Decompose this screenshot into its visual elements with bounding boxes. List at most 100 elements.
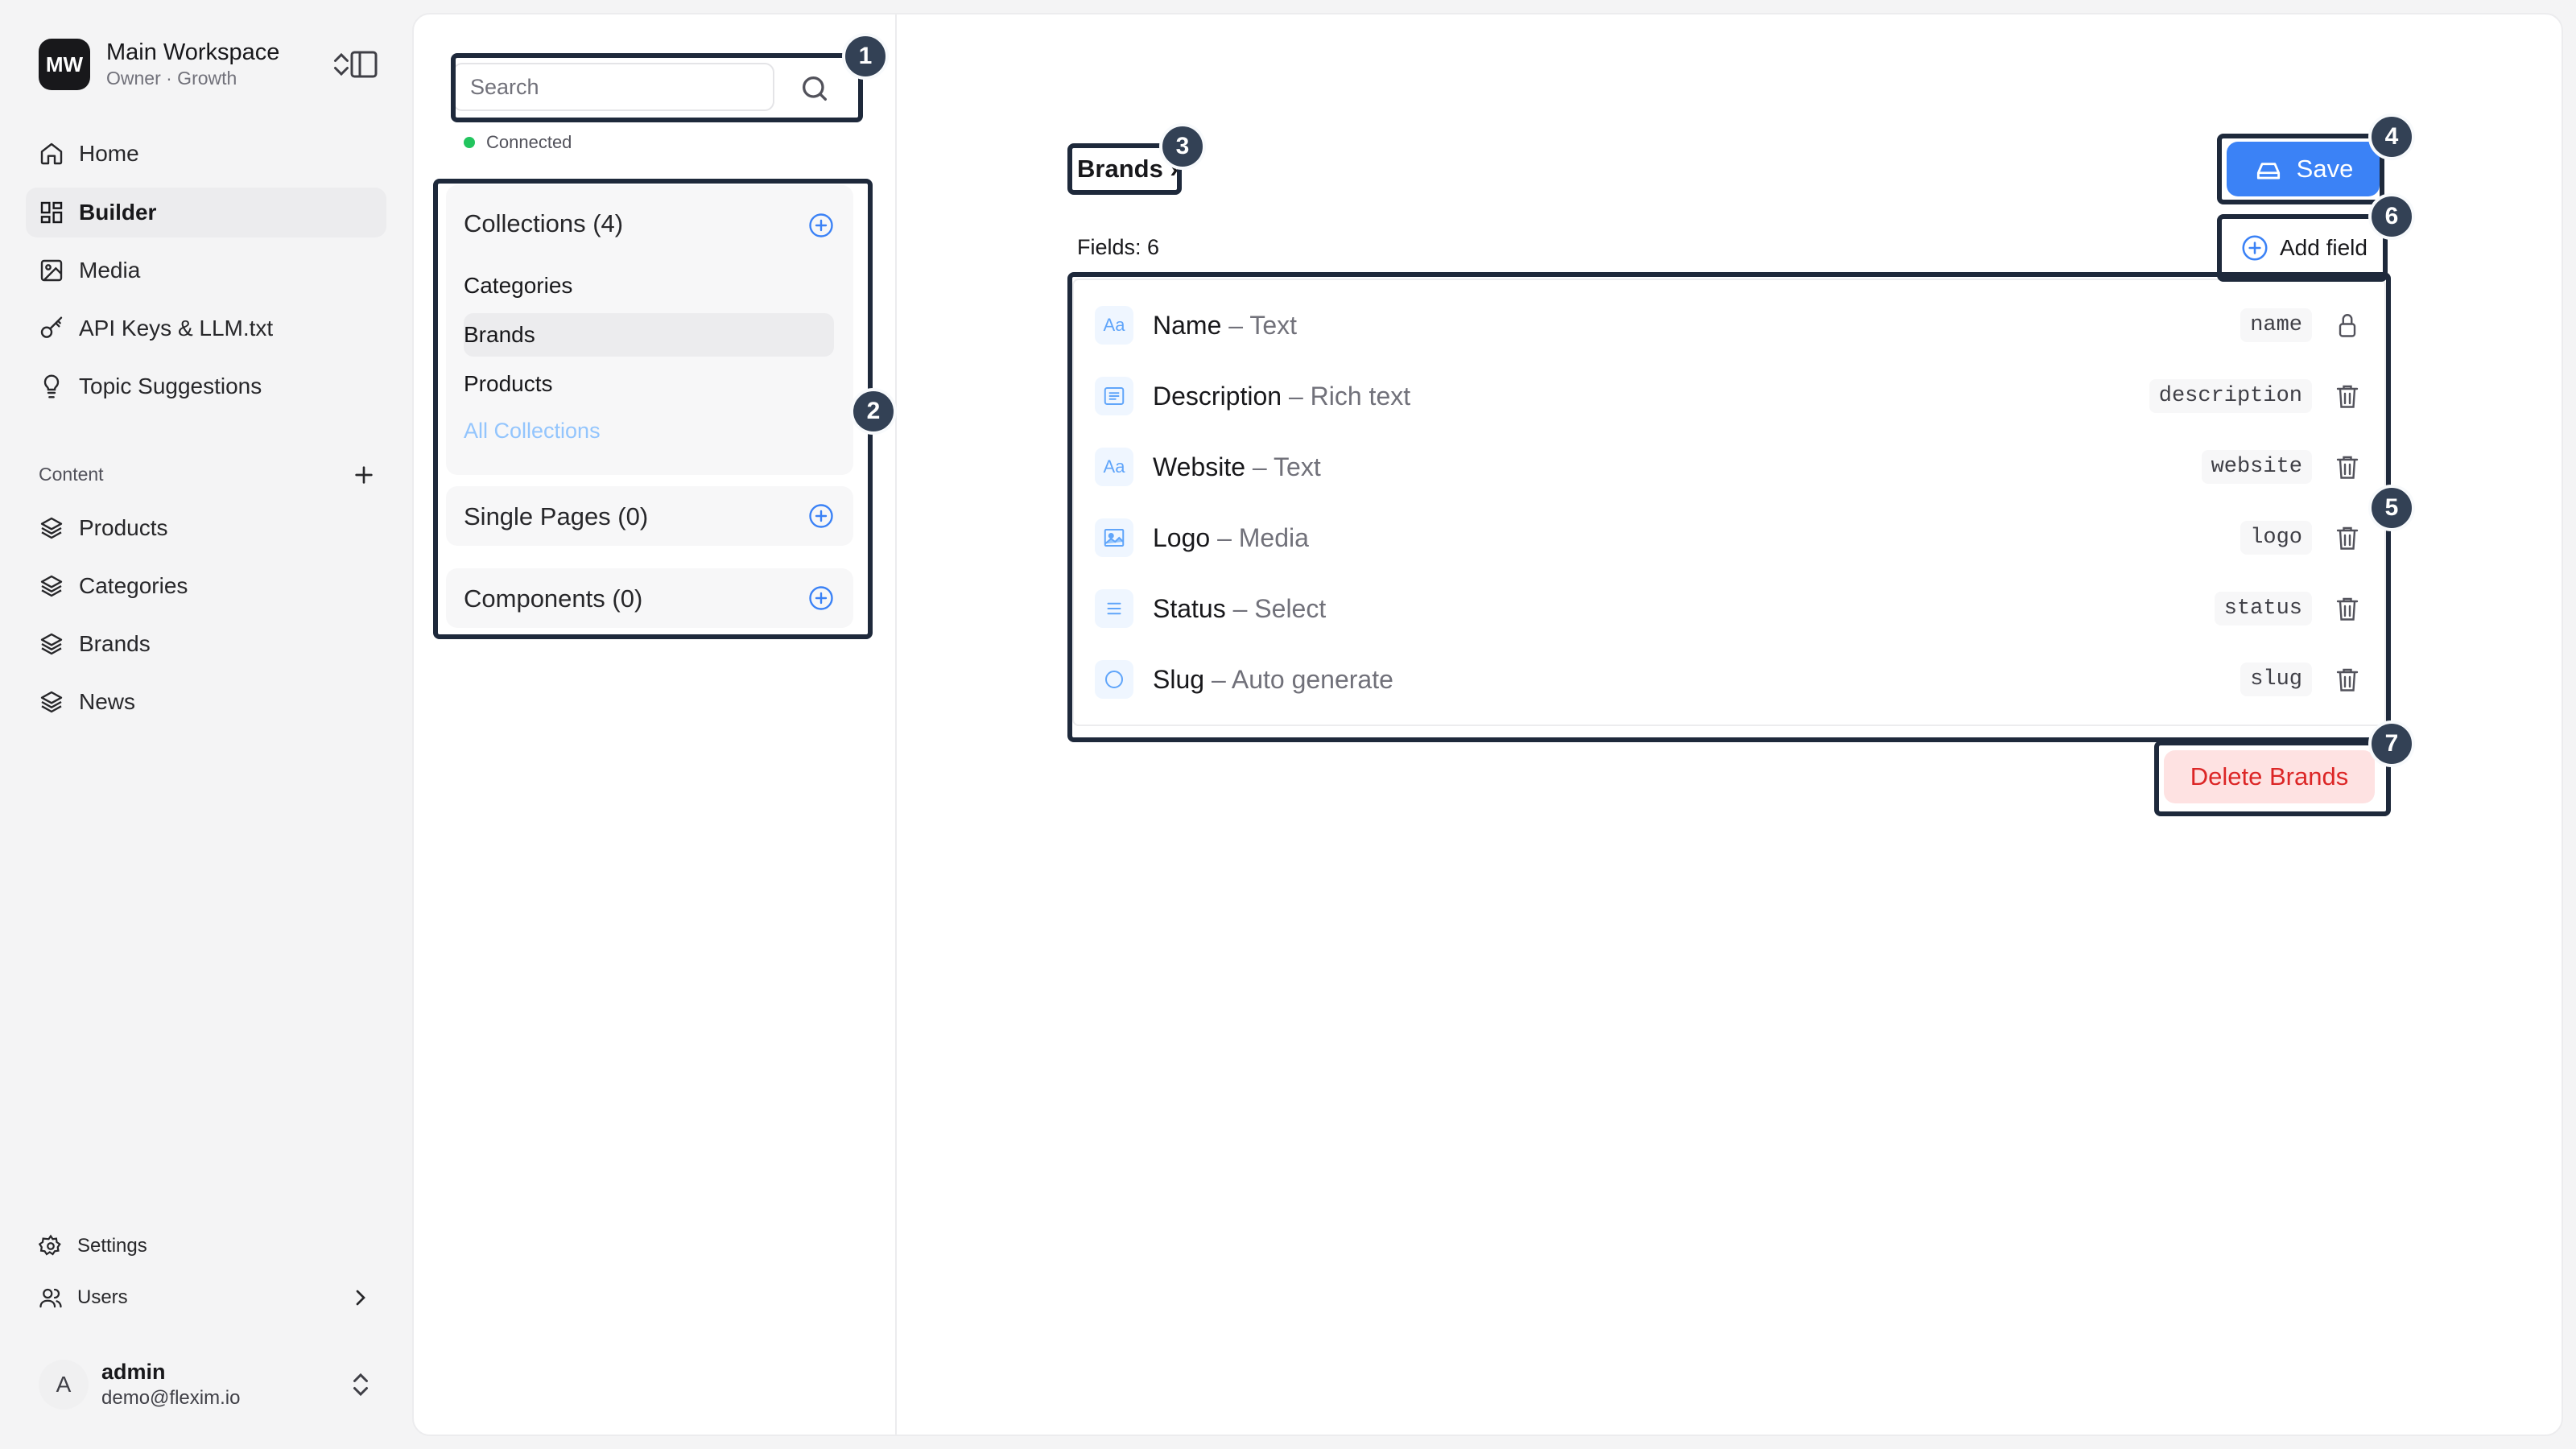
lightbulb-icon [43, 374, 60, 398]
field-type: – Auto generate [1211, 664, 1393, 694]
field-type: – Text [1252, 452, 1321, 481]
nav-item-home[interactable]: Home [26, 129, 386, 179]
trash-icon[interactable] [2333, 523, 2362, 552]
field-row[interactable]: Status – Select status [1074, 573, 2384, 644]
users-label: Users [77, 1286, 128, 1308]
add-field-button[interactable]: Add field [2240, 229, 2368, 267]
plus-circle-icon [2242, 235, 2268, 261]
collection-item-label: Categories [464, 273, 573, 298]
nav-item-api-keys[interactable]: API Keys & LLM.txt [26, 303, 386, 353]
content-item-products[interactable]: Products [26, 503, 386, 553]
single-pages-group: Single Pages (0) [446, 486, 853, 546]
rich-text-icon [1095, 377, 1133, 415]
search-input[interactable] [454, 64, 773, 109]
trash-icon[interactable] [2333, 452, 2362, 481]
nav-item-label: Media [79, 258, 141, 283]
field-row[interactable]: Logo – Media logo [1074, 502, 2384, 573]
field-row[interactable]: Slug – Auto generate slug [1074, 644, 2384, 715]
workspace-switcher[interactable]: MW Main Workspace Owner · Growth [39, 39, 377, 90]
all-collections-link[interactable]: All Collections [464, 419, 601, 444]
field-type: – Rich text [1288, 381, 1411, 411]
layers-icon [40, 691, 63, 713]
users-link[interactable]: Users [39, 1282, 128, 1314]
nav-item-media[interactable]: Media [26, 246, 386, 295]
layers-icon [40, 575, 63, 597]
user-menu[interactable]: A admin demo@flexim.io [39, 1352, 385, 1417]
collections-title[interactable]: Collections (4) [464, 209, 623, 238]
field-row[interactable]: Aa Name – Text name [1074, 290, 2384, 361]
content-section-label: Content [39, 464, 104, 485]
chevron-right-icon[interactable] [348, 1285, 374, 1311]
save-icon [2256, 163, 2280, 180]
field-type: – Media [1217, 522, 1309, 552]
nav-item-builder[interactable]: Builder [26, 188, 386, 237]
add-content-icon[interactable] [351, 462, 377, 488]
nav-item-label: API Keys & LLM.txt [79, 316, 274, 341]
content-item-brands[interactable]: Brands [26, 619, 386, 669]
list-icon [1095, 589, 1133, 628]
app-sidebar: MW Main Workspace Owner · Growth Home Bu… [0, 0, 411, 1449]
save-button[interactable]: Save [2227, 142, 2380, 196]
field-type: – Text [1228, 310, 1298, 340]
search-icon[interactable] [799, 72, 831, 105]
nav-item-label: Builder [79, 200, 157, 225]
circle-icon [1095, 660, 1133, 699]
image-icon [1095, 518, 1133, 557]
components-title[interactable]: Components (0) [464, 584, 642, 613]
delete-collection-button[interactable]: Delete Brands [2164, 750, 2375, 803]
field-slug: logo [2240, 521, 2312, 555]
sidebar-toggle-icon[interactable] [348, 48, 380, 80]
column-divider [895, 14, 897, 1435]
annotation-badge-1: 1 [842, 33, 889, 80]
key-icon [40, 316, 63, 338]
field-slug: status [2214, 592, 2312, 625]
trash-icon[interactable] [2333, 382, 2362, 411]
save-label: Save [2296, 155, 2354, 183]
collection-item-label: Brands [464, 322, 535, 347]
workspace-name: Main Workspace [106, 39, 280, 65]
field-name: Status [1153, 593, 1226, 623]
home-icon [40, 142, 63, 165]
collections-group: Collections (4) Categories Brands Produc… [446, 185, 853, 475]
field-slug: slug [2240, 663, 2312, 696]
field-slug: website [2201, 450, 2312, 484]
field-type: – Select [1232, 593, 1327, 623]
content-item-categories[interactable]: Categories [26, 561, 386, 611]
user-name: admin [101, 1360, 166, 1384]
collection-item-products[interactable]: Products [464, 362, 834, 406]
workspace-subtitle: Owner · Growth [106, 68, 237, 89]
field-row[interactable]: Aa Website – Text website [1074, 431, 2384, 502]
field-name: Slug [1153, 664, 1205, 694]
add-single-page-icon[interactable] [807, 502, 836, 530]
add-component-icon[interactable] [807, 584, 836, 613]
avatar: A [39, 1360, 89, 1410]
image-icon [40, 259, 63, 282]
settings-label: Settings [77, 1235, 147, 1257]
field-name: Logo [1153, 522, 1211, 552]
field-name: Website [1153, 452, 1246, 481]
trash-icon[interactable] [2333, 594, 2362, 623]
single-pages-title[interactable]: Single Pages (0) [464, 502, 648, 531]
collection-item-brands[interactable]: Brands [464, 313, 834, 357]
collection-item-categories[interactable]: Categories [464, 264, 834, 308]
field-slug: description [2149, 379, 2312, 413]
annotation-badge-2: 2 [850, 388, 897, 435]
layers-icon [40, 633, 63, 655]
annotation-badge-5: 5 [2368, 485, 2415, 531]
lock-icon [2339, 314, 2356, 337]
fields-count: Fields: 6 [1077, 235, 1160, 259]
connection-status: Connected [464, 132, 572, 153]
chevron-up-down-icon[interactable] [346, 1370, 375, 1399]
trash-icon[interactable] [2333, 665, 2362, 694]
add-collection-icon[interactable] [807, 211, 836, 240]
field-name: Description [1153, 381, 1282, 411]
search-field[interactable] [452, 63, 774, 111]
field-row[interactable]: Description – Rich text description [1074, 361, 2384, 431]
nav-item-topic-suggestions[interactable]: Topic Suggestions [26, 361, 386, 411]
annotation-badge-4: 4 [2368, 114, 2415, 160]
field-name: Name [1153, 310, 1222, 340]
annotation-badge-6: 6 [2368, 193, 2415, 240]
settings-link[interactable]: Settings [39, 1230, 147, 1262]
content-item-news[interactable]: News [26, 677, 386, 727]
add-field-label: Add field [2280, 235, 2368, 260]
